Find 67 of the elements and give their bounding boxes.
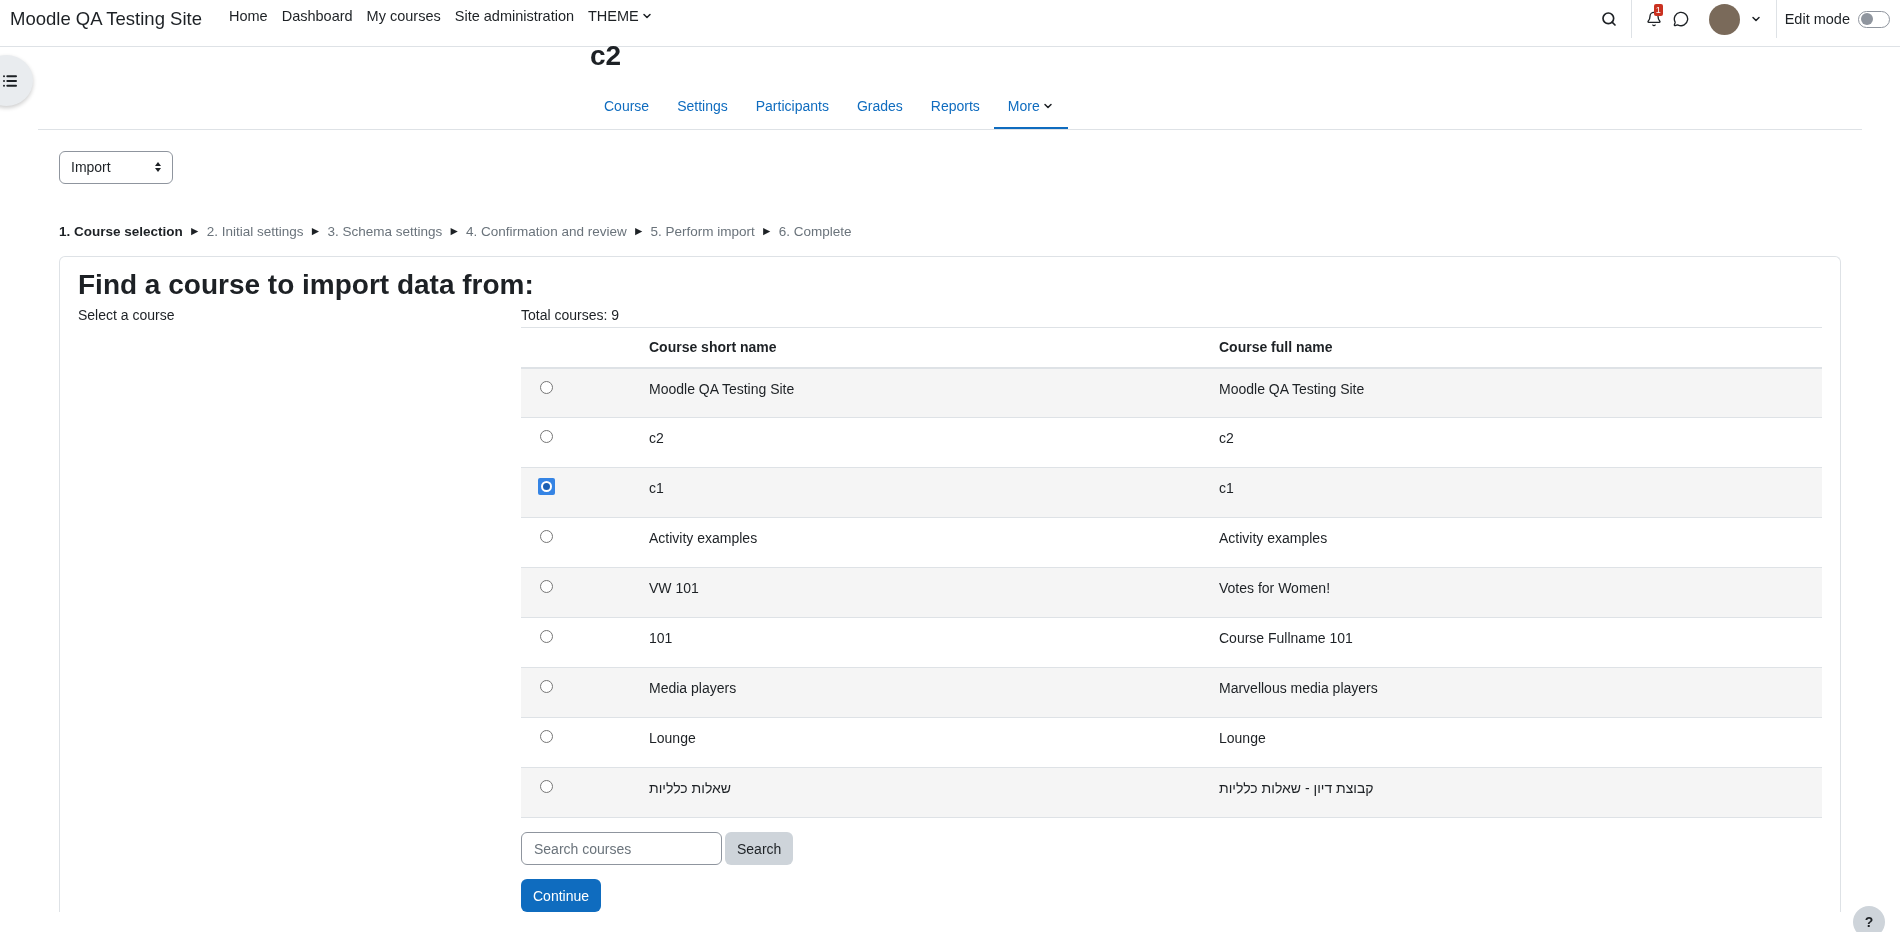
table-cell: Votes for Women! [1207,567,1822,618]
avatar[interactable] [1708,3,1740,35]
table-cell: Course Fullname 101 [1207,617,1822,668]
table-cell: c1 [637,467,1207,518]
table-cell: c1 [1207,467,1822,518]
step-separator: ► [309,224,322,239]
nav-link[interactable]: Dashboard [274,8,360,24]
radio-button[interactable] [540,430,553,444]
table-cell: Moodle QA Testing Site [637,367,1207,418]
table-cell: 101 [637,617,1207,668]
radio-button[interactable] [540,680,553,694]
step-label: 4. Confirmation and review [466,223,627,239]
step-label: 3. Schema settings [327,223,443,239]
radio-button[interactable] [540,630,553,644]
total-courses: Total courses: 9 [521,306,621,325]
sort-icon [154,161,162,174]
radio-button[interactable] [540,530,553,544]
nav-tab[interactable]: More [993,85,1068,129]
column-header: Course short name [637,327,1207,368]
step-separator: ► [188,224,201,239]
nav-tab[interactable]: Grades [842,85,917,129]
radio-button[interactable] [538,478,555,496]
table-cell: c2 [1207,417,1822,468]
table-cell: Activity examples [637,517,1207,568]
radio-button[interactable] [540,380,553,394]
edit-mode-toggle[interactable] [1858,10,1890,28]
step-separator: ► [632,224,645,239]
column-header: Course full name [1207,327,1822,368]
nav-link[interactable]: Site administration [447,8,581,24]
radio-button[interactable] [540,580,553,594]
nav-tab[interactable]: Settings [663,85,742,129]
step-separator: ► [760,224,773,239]
field-label: Select a course [78,306,175,323]
table-cell: שאלות כלליות [637,767,1207,818]
nav-link[interactable]: Home [221,8,275,24]
table-cell: Media players [637,667,1207,718]
nav-tab[interactable]: Course [590,85,664,129]
radio-button[interactable] [540,730,553,744]
action-select[interactable]: Import [59,150,173,184]
step-label: 1. Course selection [59,223,183,239]
table-cell: Activity examples [1207,517,1822,568]
step-label: 5. Perform import [650,223,755,239]
table-cell: קבוצת דיון - שאלות כלליות [1207,767,1822,818]
help-button[interactable]: ? [1853,906,1885,932]
table-cell: Lounge [637,717,1207,768]
edit-mode-label: Edit mode [1784,11,1850,27]
table-cell: Moodle QA Testing Site [1207,367,1822,418]
search-field[interactable]: Search courses [521,832,722,866]
table-cell: Marvellous media players [1207,667,1822,718]
nav-tab[interactable]: Reports [916,85,994,129]
table-cell: VW 101 [637,567,1207,618]
card-heading: Find a course to import data from: [78,268,535,301]
page-title: c2 [590,41,623,72]
nav-link[interactable]: My courses [359,8,448,24]
nav-tab[interactable]: Participants [741,85,843,129]
step-label: 2. Initial settings [206,223,304,239]
radio-button[interactable] [540,780,553,794]
table-cell: c2 [637,417,1207,468]
search-button[interactable]: Search [725,832,794,866]
step-separator: ► [448,224,461,239]
list-icon [2,72,18,89]
step-label: 6. Complete [778,223,852,239]
continue-button[interactable]: Continue [521,879,602,913]
table-cell: Lounge [1207,717,1822,768]
site-name[interactable]: Moodle QA Testing Site [10,8,202,30]
nav-link[interactable]: THEME [581,8,660,24]
notification-badge: 1 [1653,4,1663,16]
